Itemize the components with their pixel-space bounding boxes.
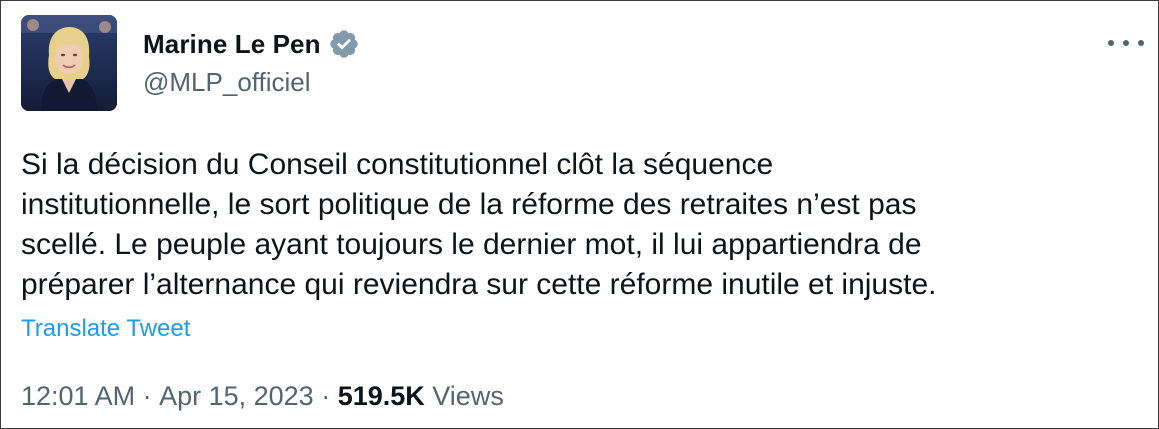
author-display-name[interactable]: Marine Le Pen xyxy=(143,29,321,60)
meta-separator: · xyxy=(135,381,160,411)
more-dot xyxy=(1108,40,1114,46)
tweet-time[interactable]: 12:01 AM xyxy=(21,381,135,412)
meta-separator: · xyxy=(313,381,338,411)
tweet-meta: 12:01 AM · Apr 15, 2023 · 519.5K Views xyxy=(21,381,504,412)
tweet-card: Marine Le Pen @MLP_officiel Si la décisi… xyxy=(0,0,1159,429)
translate-tweet-link[interactable]: Translate Tweet xyxy=(21,315,190,343)
avatar-photo xyxy=(21,15,117,111)
more-dot xyxy=(1138,40,1144,46)
avatar[interactable] xyxy=(21,15,117,111)
views-label: Views xyxy=(424,381,504,411)
views-count[interactable]: 519.5K xyxy=(338,381,425,412)
more-dot xyxy=(1123,40,1129,46)
tweet-date[interactable]: Apr 15, 2023 xyxy=(159,381,314,412)
more-horizontal-icon[interactable] xyxy=(1108,31,1144,55)
verified-badge-icon[interactable] xyxy=(328,28,360,60)
author-handle[interactable]: @MLP_officiel xyxy=(143,67,311,98)
author-name-row: Marine Le Pen xyxy=(143,27,360,61)
tweet-text: Si la décision du Conseil constitutionne… xyxy=(21,148,937,301)
